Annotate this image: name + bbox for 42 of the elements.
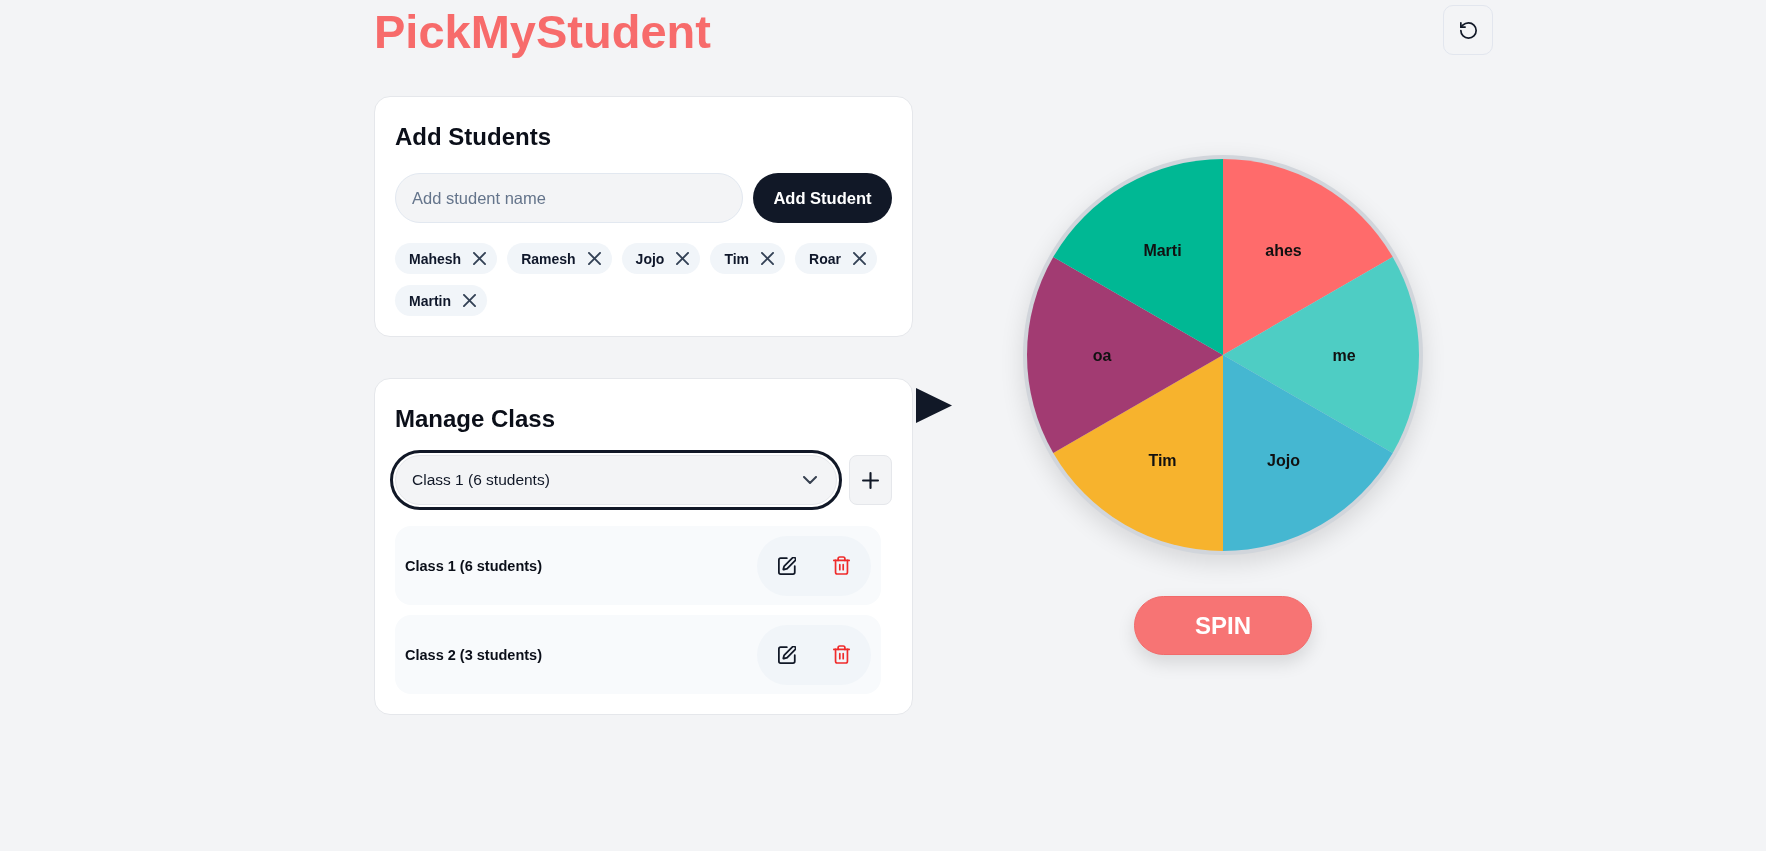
section-heading: Manage Class <box>395 405 557 433</box>
class-name: Class 1 (6 students) <box>405 557 542 574</box>
pencil-square-icon <box>778 556 796 575</box>
remove-button[interactable] <box>676 252 690 265</box>
reset-button[interactable] <box>1443 5 1493 55</box>
segment-label: Marti <box>1143 242 1182 260</box>
plus-icon <box>862 471 879 489</box>
close-icon <box>473 252 487 265</box>
segment-label: Tim <box>1148 451 1177 469</box>
remove-button[interactable] <box>761 252 774 265</box>
close-icon <box>463 294 476 307</box>
student-name: Martin <box>409 292 451 309</box>
segment-label: ahes <box>1265 242 1302 260</box>
student-name-field[interactable]: Add student name <box>395 173 743 223</box>
remove-button[interactable] <box>852 252 866 265</box>
class-name: Class 2 (3 students) <box>405 646 542 663</box>
trash-icon <box>832 645 850 664</box>
close-icon <box>761 252 774 265</box>
circular-arrow-icon <box>1459 21 1477 39</box>
segment-label: oa <box>1092 347 1112 364</box>
remove-button[interactable] <box>463 294 476 307</box>
pencil-square-icon <box>778 645 796 664</box>
section-heading: Add Students <box>395 123 552 151</box>
student-name: Roar <box>809 250 841 267</box>
close-icon <box>852 252 866 265</box>
student-name: Tim <box>724 250 749 267</box>
add-student-button[interactable]: Add Student <box>753 173 892 223</box>
segment-label: me <box>1332 347 1356 364</box>
student-name: Ramesh <box>521 250 576 267</box>
student-name: Jojo <box>635 250 665 267</box>
app-title: PickMyStudent <box>374 4 711 59</box>
triangle-pointer-icon <box>916 388 952 423</box>
remove-button[interactable] <box>587 252 601 265</box>
student-name: Mahesh <box>409 250 462 267</box>
close-icon <box>587 252 601 265</box>
remove-button[interactable] <box>473 252 487 265</box>
trash-icon <box>832 556 850 575</box>
segment-label: Jojo <box>1267 451 1300 469</box>
class-select[interactable]: Class 1 (6 students) <box>390 450 842 510</box>
chevron-down-icon <box>803 476 817 484</box>
close-icon <box>676 252 690 265</box>
add-class-button[interactable] <box>849 455 892 505</box>
